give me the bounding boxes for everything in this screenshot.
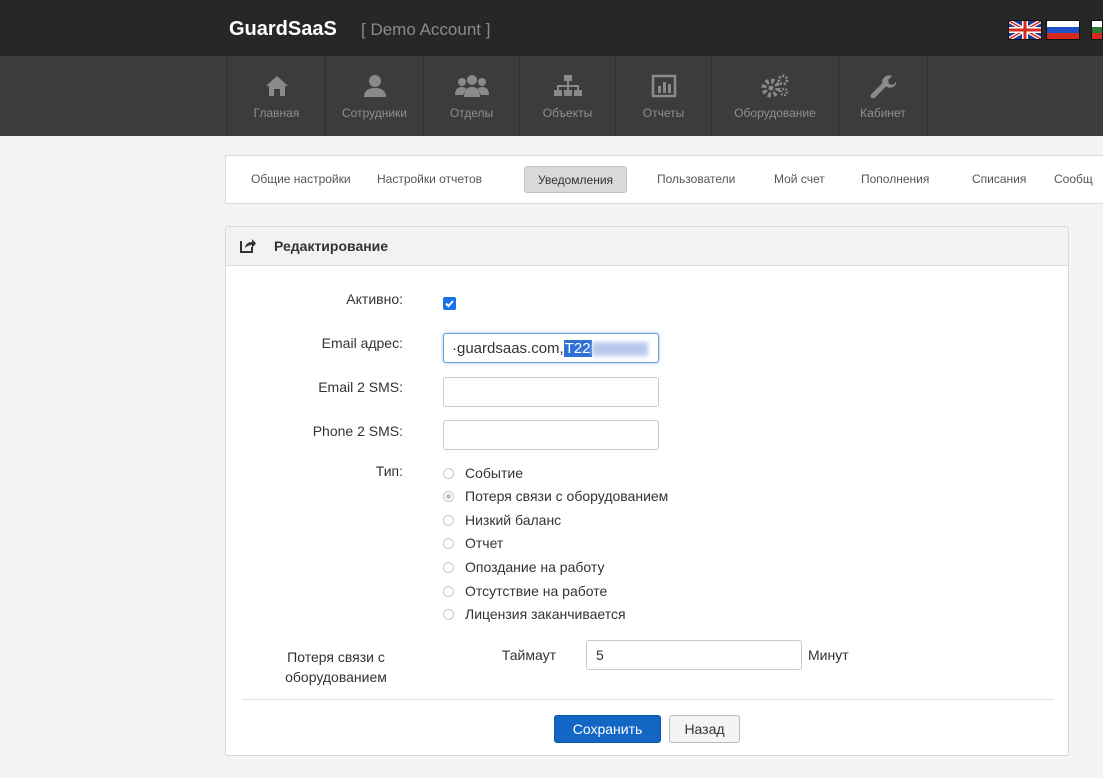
radio-button[interactable] (443, 608, 454, 620)
tab-users[interactable]: Пользователи (644, 166, 748, 193)
radio-button[interactable] (443, 585, 454, 597)
tab-charges[interactable]: Списания (959, 166, 1039, 193)
nav-item-label: Отчеты (642, 106, 685, 120)
edit-panel: Редактирование Активно: Email адрес: ·gu… (225, 226, 1069, 756)
email2sms-input[interactable] (443, 377, 659, 407)
radio-button[interactable] (443, 561, 454, 573)
panel-header: Редактирование (226, 227, 1068, 266)
main-nav: Главная Сотрудники Отделы Объекты Отчеты (0, 56, 1103, 136)
type-option-license-expiring[interactable]: Лицензия заканчивается (443, 604, 626, 624)
ru-flag-icon[interactable] (1046, 20, 1080, 40)
nav-item-label: Сотрудники (342, 106, 407, 120)
nav-item-cabinet[interactable]: Кабинет (838, 56, 928, 136)
type-option-label: Отчет (465, 535, 504, 551)
active-label: Активно: (346, 291, 403, 307)
email-selected-text: T22 (563, 340, 592, 357)
type-option-label: Опоздание на работу (465, 559, 605, 575)
account-label: [ Demo Account ] (361, 20, 491, 39)
connection-loss-label-line1: Потеря связи с (287, 649, 385, 665)
radio-button[interactable] (443, 537, 454, 549)
radio-button-selected[interactable] (443, 490, 454, 502)
email-label: Email адрес: (321, 335, 403, 351)
type-option-label: Отсутствие на работе (465, 583, 608, 599)
timeout-value: 5 (596, 647, 604, 663)
nav-item-home[interactable]: Главная (227, 56, 325, 136)
user-icon (362, 72, 388, 100)
email2sms-label: Email 2 SMS: (318, 379, 403, 395)
phone2sms-label: Phone 2 SMS: (312, 423, 403, 439)
home-icon (264, 72, 290, 100)
bar-chart-icon (651, 72, 677, 100)
email-value: ·guardsaas.com, (452, 340, 564, 357)
divider (242, 699, 1054, 700)
active-checkbox[interactable] (443, 297, 456, 310)
nav-item-label: Кабинет (860, 106, 906, 120)
save-button[interactable]: Сохранить (554, 715, 661, 743)
wrench-icon (870, 72, 896, 100)
timeout-unit: Минут (808, 647, 849, 663)
tab-report-settings[interactable]: Настройки отчетов (364, 166, 495, 193)
nav-item-employees[interactable]: Сотрудники (325, 56, 423, 136)
tab-messages[interactable]: Сообщ (1041, 166, 1103, 193)
type-option-report[interactable]: Отчет (443, 533, 503, 553)
tab-notifications[interactable]: Уведомления (524, 166, 628, 193)
panel-title: Редактирование (274, 238, 389, 254)
nav-item-label: Оборудование (734, 106, 816, 120)
tab-my-account[interactable]: Мой счет (761, 166, 838, 193)
type-option-label: Низкий баланс (465, 512, 562, 528)
top-bar: GuardSaaS [ Demo Account ] (0, 0, 1103, 56)
settings-tabs: Общие настройки Настройки отчетов Уведом… (225, 155, 1103, 204)
tab-general-settings[interactable]: Общие настройки (238, 166, 364, 193)
nav-item-departments[interactable]: Отделы (423, 56, 519, 136)
type-option-label: Потеря связи с оборудованием (465, 488, 669, 504)
nav-item-equipment[interactable]: Оборудование (711, 56, 838, 136)
timeout-input[interactable]: 5 (586, 640, 802, 670)
gears-icon (760, 72, 790, 100)
nav-item-label: Отделы (449, 106, 494, 120)
nav-item-label: Главная (253, 106, 300, 120)
type-option-absence[interactable]: Отсутствие на работе (443, 581, 607, 601)
phone2sms-input[interactable] (443, 420, 659, 450)
nav-item-objects[interactable]: Объекты (519, 56, 615, 136)
radio-button[interactable] (443, 514, 454, 526)
type-option-label: Событие (465, 465, 523, 481)
brand-logo[interactable]: GuardSaaS (229, 18, 337, 41)
back-button[interactable]: Назад (669, 715, 740, 743)
connection-loss-label-line2: оборудованием (285, 669, 387, 685)
tab-top-ups[interactable]: Пополнения (848, 166, 942, 193)
type-option-connection-loss[interactable]: Потеря связи с оборудованием (443, 486, 668, 506)
flag-icon[interactable] (1091, 20, 1103, 40)
group-icon (454, 72, 489, 100)
timeout-label: Таймаут (501, 647, 556, 663)
type-option-late-arrival[interactable]: Опоздание на работу (443, 557, 604, 577)
sitemap-icon (553, 72, 582, 100)
nav-item-reports[interactable]: Отчеты (615, 56, 711, 136)
type-label: Тип: (375, 463, 403, 479)
type-option-event[interactable]: Событие (443, 463, 523, 483)
connection-loss-section-label: Потеря связи с оборудованием (266, 647, 406, 687)
nav-item-label: Объекты (542, 106, 593, 120)
edit-icon (240, 238, 256, 258)
type-option-low-balance[interactable]: Низкий баланс (443, 510, 561, 530)
uk-flag-icon[interactable] (1008, 19, 1042, 41)
type-option-label: Лицензия заканчивается (465, 606, 626, 622)
email-input[interactable]: ·guardsaas.com,T22 (443, 333, 659, 363)
redacted-area (591, 342, 648, 357)
radio-button[interactable] (443, 467, 454, 479)
